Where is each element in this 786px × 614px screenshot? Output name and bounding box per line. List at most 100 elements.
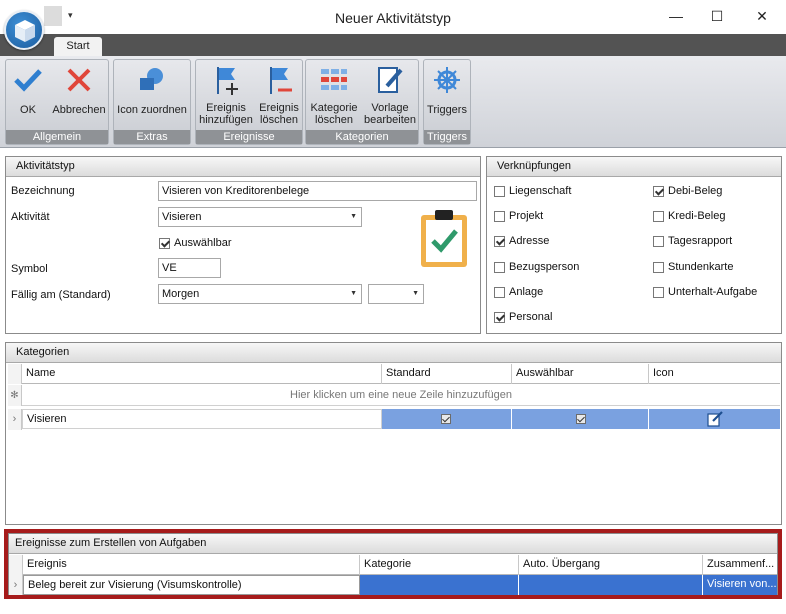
cell-icon[interactable]	[649, 409, 780, 429]
ereignis-loeschen-label-2: löschen	[260, 114, 298, 126]
ribbon-group-allgemein: OK Abbrechen Allgemein	[5, 59, 109, 145]
group-label-kategorien: Kategorien	[306, 130, 418, 144]
ribbon-group-ereignisse: Ereignis hinzufügen Ereignis löschen Ereig…	[195, 59, 303, 145]
kategorien-header: Kategorien	[6, 343, 781, 363]
close-button[interactable]: ✕	[742, 2, 782, 30]
vorlage-bearbeiten-label-1: Vorlage	[371, 102, 409, 114]
edit-document-icon	[378, 67, 403, 93]
kategorien-panel: Kategorien Name Standard Auswählbar Icon…	[5, 342, 782, 525]
checkmark-icon	[14, 69, 42, 92]
auswaehlbar-checkbox[interactable]	[159, 238, 170, 249]
verknuepfung-label: Bezugsperson	[509, 260, 580, 273]
ereignis-hinzufuegen-label-2: hinzufügen	[199, 114, 253, 126]
edit-icon	[707, 411, 723, 427]
table-row[interactable]: › Visieren	[8, 409, 780, 430]
ship-wheel-icon	[434, 67, 460, 93]
verknuepfung-checkbox[interactable]	[494, 261, 505, 273]
cell-standard[interactable]	[382, 409, 512, 429]
icon-zuordnen-label: Icon zuordnen	[117, 104, 187, 116]
verknuepfung-checkbox[interactable]	[653, 236, 664, 248]
group-label-ereignisse: Ereignisse	[196, 130, 302, 144]
verknuepfung-checkbox[interactable]	[653, 261, 664, 273]
verknuepfung-label: Kredi-Beleg	[668, 210, 726, 223]
clipboard-check-icon[interactable]	[419, 209, 469, 269]
icon-zuordnen-button[interactable]: Icon zuordnen	[116, 62, 188, 116]
verknuepfung-checkbox[interactable]	[653, 286, 664, 298]
triggers-button[interactable]: Triggers	[425, 62, 469, 116]
abbrechen-button[interactable]: Abbrechen	[50, 62, 108, 116]
bezeichnung-label: Bezeichnung	[11, 185, 75, 197]
verknuepfung-label: Liegenschaft	[509, 185, 572, 197]
flag-remove-icon	[270, 67, 292, 94]
verknuepfung-label: Projekt	[509, 210, 544, 223]
verknuepfung-label: Personal	[509, 311, 553, 323]
verknuepfung-checkbox[interactable]	[494, 286, 505, 298]
faellig-value: Morgen	[162, 288, 200, 300]
vorlage-bearbeiten-label-2: bearbeiten	[364, 114, 416, 126]
kategorien-grid-header: Name Standard Auswählbar Icon	[8, 364, 780, 384]
verknuepfung-label: Adresse	[509, 235, 550, 248]
verknuepfung-checkbox[interactable]	[494, 236, 505, 248]
minimize-button[interactable]: —	[656, 2, 696, 30]
col-auswaehlbar[interactable]: Auswählbar	[512, 364, 649, 384]
cancel-x-icon	[67, 68, 91, 92]
ribbon-tab-strip: Start	[0, 34, 786, 56]
verknuepfung-label: Tagesrapport	[668, 235, 733, 248]
ribbon: OK Abbrechen Allgemein Icon zuordnen Ext…	[0, 56, 786, 148]
auswaehlbar-row-checkbox[interactable]	[576, 414, 586, 424]
aktivitaet-select[interactable]: Visieren ▼	[158, 207, 362, 227]
faellig-select[interactable]: Morgen ▼	[158, 284, 362, 304]
ereignis-loeschen-button[interactable]: Ereignis löschen	[256, 62, 302, 126]
verknuepfung-checkbox[interactable]	[653, 186, 664, 197]
verknuepfung-label: Stundenkarte	[668, 260, 734, 273]
cell-name[interactable]: Visieren	[22, 409, 382, 429]
faellig-extra-select[interactable]: ▼	[368, 284, 424, 304]
aktivitaetstyp-header: Aktivitätstyp	[6, 157, 480, 177]
faellig-label: Fällig am (Standard)	[11, 289, 111, 301]
verknuepfung-checkbox[interactable]	[494, 186, 505, 197]
title-bar: ▾ Neuer Aktivitätstyp — ☐ ✕	[0, 0, 786, 34]
group-label-triggers: Triggers	[424, 130, 470, 144]
chevron-down-icon: ▼	[350, 290, 357, 297]
new-row-hint[interactable]: Hier klicken um eine neue Zeile hinzuzuf…	[22, 385, 780, 406]
vorlage-bearbeiten-button[interactable]: Vorlage bearbeiten	[362, 62, 418, 126]
verknuepfung-checkbox[interactable]	[494, 312, 505, 323]
abbrechen-label: Abbrechen	[52, 104, 106, 116]
flag-add-icon	[217, 67, 238, 95]
tab-start[interactable]: Start	[54, 37, 102, 56]
ereignis-loeschen-label-1: Ereignis	[259, 102, 299, 114]
ok-button[interactable]: OK	[10, 62, 46, 116]
verknuepfung-checkbox[interactable]	[653, 211, 664, 223]
header-row-indicator	[8, 364, 22, 384]
col-icon[interactable]: Icon	[649, 364, 780, 384]
ribbon-group-triggers: Triggers Triggers	[423, 59, 471, 145]
verknuepfungen-panel: Verknüpfungen Liegenschaft Projekt Adresse…	[486, 156, 782, 334]
col-standard[interactable]: Standard	[382, 364, 512, 384]
aktivitaet-value: Visieren	[162, 211, 202, 223]
cell-auswaehlbar[interactable]	[512, 409, 649, 429]
maximize-button[interactable]: ☐	[697, 2, 737, 30]
row-pointer-icon: ›	[8, 409, 22, 430]
highlight-frame	[4, 529, 782, 599]
group-label-allgemein: Allgemein	[6, 130, 108, 144]
auswaehlbar-label: Auswählbar	[174, 237, 232, 249]
group-label-extras: Extras	[114, 130, 190, 144]
standard-checkbox[interactable]	[441, 414, 451, 424]
verknuepfung-label: Anlage	[509, 285, 544, 298]
chevron-down-icon: ▼	[350, 213, 357, 220]
grid-delete-icon	[321, 69, 347, 90]
col-name[interactable]: Name	[22, 364, 382, 384]
verknuepfung-checkbox[interactable]	[494, 211, 505, 223]
aktivitaetstyp-panel: Aktivitätstyp Bezeichnung Visieren von K…	[5, 156, 481, 334]
kategorie-loeschen-label-2: löschen	[315, 114, 353, 126]
new-row[interactable]: ✻ Hier klicken um eine neue Zeile hinzuz…	[8, 385, 780, 406]
kategorie-loeschen-button[interactable]: Kategorie löschen	[308, 62, 360, 126]
kategorie-loeschen-label-1: Kategorie	[310, 102, 358, 114]
symbol-input[interactable]: VE	[158, 258, 221, 278]
triggers-label: Triggers	[427, 104, 467, 116]
verknuepfung-label: Unterhalt-Aufgabe	[668, 285, 758, 298]
ereignis-hinzufuegen-button[interactable]: Ereignis hinzufügen	[198, 62, 254, 126]
ribbon-group-extras: Icon zuordnen Extras	[113, 59, 191, 145]
bezeichnung-input[interactable]: Visieren von Kreditorenbelege	[158, 181, 477, 201]
app-cube-icon[interactable]	[4, 10, 44, 50]
